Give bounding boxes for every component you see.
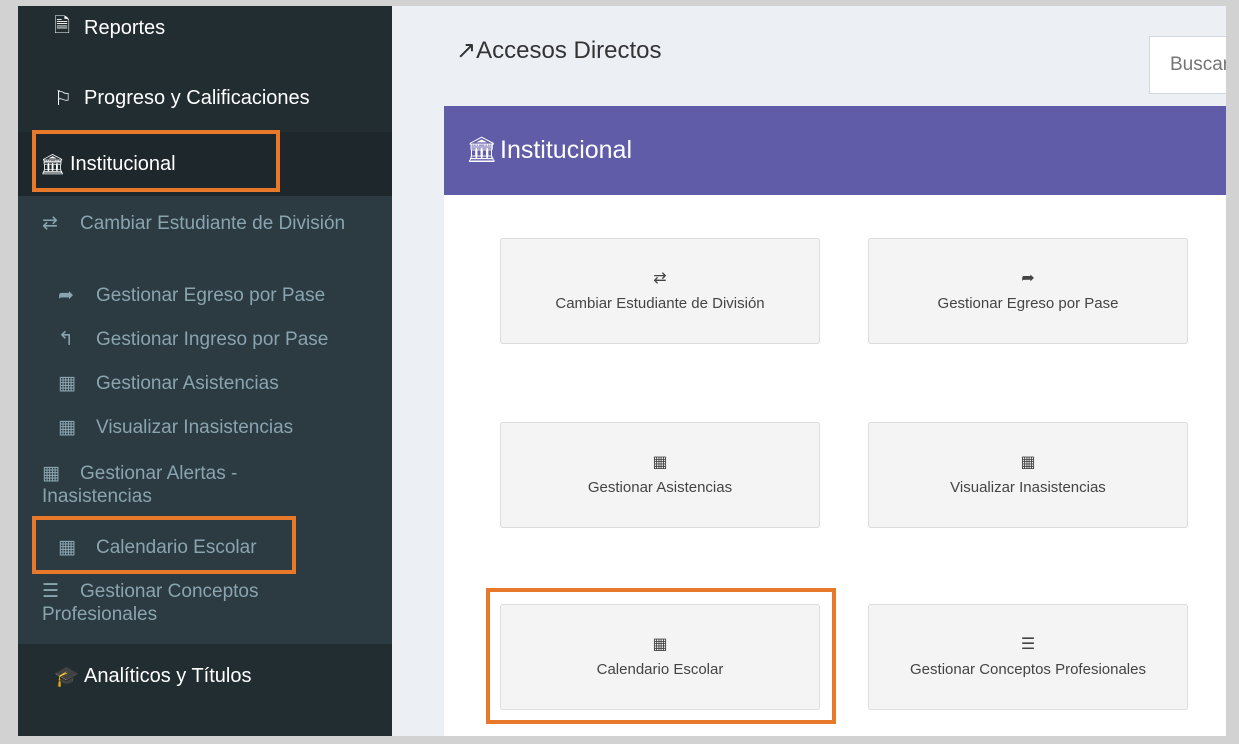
calendar-icon: ▦	[58, 537, 76, 558]
box-header: 🏛 Institucional	[444, 106, 1226, 195]
tile-label: Gestionar Conceptos Profesionales	[910, 660, 1146, 678]
sidebar-subitem-asistencias[interactable]: ▦ Gestionar Asistencias	[58, 372, 378, 395]
graduation-cap-icon: 🎓	[54, 665, 79, 688]
tile-inasistencias[interactable]: ▦ Visualizar Inasistencias	[868, 422, 1188, 528]
sidebar-subitem-cambiar-division[interactable]: ⇄ Cambiar Estudiante de División	[42, 212, 362, 235]
calendar-icon: ▦	[1020, 453, 1036, 471]
file-icon: 🗎	[54, 15, 71, 37]
sidebar-item-label: Reportes	[84, 16, 166, 39]
sidebar-subitem-egreso[interactable]: ➦ Gestionar Egreso por Pase	[58, 284, 378, 307]
sidebar-subitem-ingreso[interactable]: ↰ Gestionar Ingreso por Pase	[58, 328, 378, 351]
sidebar-item-progreso[interactable]: ⚐ Progreso y Calificaciones	[18, 68, 392, 128]
box-title: Institucional	[500, 136, 633, 164]
retweet-icon: ⇄	[653, 269, 667, 287]
calendar-icon: ▦	[652, 453, 668, 471]
sidebar-subitem-label: Cambiar Estudiante de División	[80, 213, 346, 234]
share-icon: ➦	[1021, 269, 1035, 287]
calendar-icon: ▦	[58, 373, 76, 394]
sidebar-subitem-inasistencias[interactable]: ▦ Visualizar Inasistencias	[58, 416, 378, 439]
sidebar-subitem-alertas[interactable]: ▦ Gestionar Alertas - Inasistencias	[42, 462, 322, 508]
reply-icon: ↰	[58, 329, 74, 350]
tile-calendario[interactable]: ▦ Calendario Escolar	[500, 604, 820, 710]
tile-egreso[interactable]: ➦ Gestionar Egreso por Pase	[868, 238, 1188, 344]
bank-icon: 🏛	[40, 153, 66, 176]
main-content: ↗Accesos Directos 🏛 Institucional ⇄ Camb…	[392, 6, 1226, 736]
sidebar-subitem-label: Calendario Escolar	[96, 537, 257, 558]
tile-label: Visualizar Inasistencias	[950, 478, 1106, 496]
sidebar-submenu: ⇄ Cambiar Estudiante de División ➦ Gestion…	[18, 196, 392, 644]
app-frame: 🗎 Reportes ⚐ Progreso y Calificaciones 🏛…	[18, 6, 1226, 736]
sidebar-subitem-calendario[interactable]: ▦ Calendario Escolar	[58, 536, 378, 559]
tile-asistencias[interactable]: ▦ Gestionar Asistencias	[500, 422, 820, 528]
sidebar-item-analiticos[interactable]: 🎓 Analíticos y Títulos	[18, 646, 392, 706]
tile-cambiar-division[interactable]: ⇄ Cambiar Estudiante de División	[500, 238, 820, 344]
sidebar-subitem-conceptos[interactable]: ☰ Gestionar Conceptos Profesionales	[42, 580, 342, 626]
list-icon: ☰	[42, 581, 60, 602]
flag-icon: ⚐	[54, 87, 72, 110]
sidebar-item-reportes[interactable]: 🗎 Reportes	[18, 6, 392, 58]
tile-label: Gestionar Egreso por Pase	[937, 294, 1119, 312]
tile-label: Cambiar Estudiante de División	[555, 294, 765, 312]
sidebar-item-institucional[interactable]: 🏛 Institucional	[18, 132, 392, 196]
sidebar-item-label: Analíticos y Títulos	[84, 664, 252, 687]
shortcut-box: 🏛 Institucional ⇄ Cambiar Estudiante de …	[444, 106, 1226, 736]
sidebar-subitem-label: Visualizar Inasistencias	[96, 417, 294, 438]
calendar-icon: ▦	[58, 417, 76, 438]
tile-label: Calendario Escolar	[596, 660, 724, 678]
page-title-text: Accesos Directos	[476, 37, 662, 64]
sidebar-subitem-label: Gestionar Egreso por Pase	[96, 285, 326, 306]
sidebar: 🗎 Reportes ⚐ Progreso y Calificaciones 🏛…	[18, 6, 392, 736]
share-icon: ➦	[58, 285, 74, 306]
external-link-icon: ↗	[456, 37, 477, 64]
calendar-icon: ▦	[652, 635, 668, 653]
bank-icon: 🏛	[466, 136, 498, 164]
calendar-icon: ▦	[42, 463, 60, 484]
tile-conceptos[interactable]: ☰ Gestionar Conceptos Profesionales	[868, 604, 1188, 710]
search-input[interactable]	[1149, 36, 1226, 94]
retweet-icon: ⇄	[42, 213, 58, 234]
tile-label: Gestionar Asistencias	[587, 478, 733, 496]
sidebar-item-label: Institucional	[70, 152, 176, 175]
page-title: ↗Accesos Directos	[456, 36, 662, 65]
list-icon: ☰	[1020, 635, 1036, 653]
sidebar-subitem-label: Gestionar Asistencias	[96, 373, 279, 394]
sidebar-subitem-label: Gestionar Ingreso por Pase	[96, 329, 329, 350]
sidebar-item-label: Progreso y Calificaciones	[84, 86, 310, 109]
